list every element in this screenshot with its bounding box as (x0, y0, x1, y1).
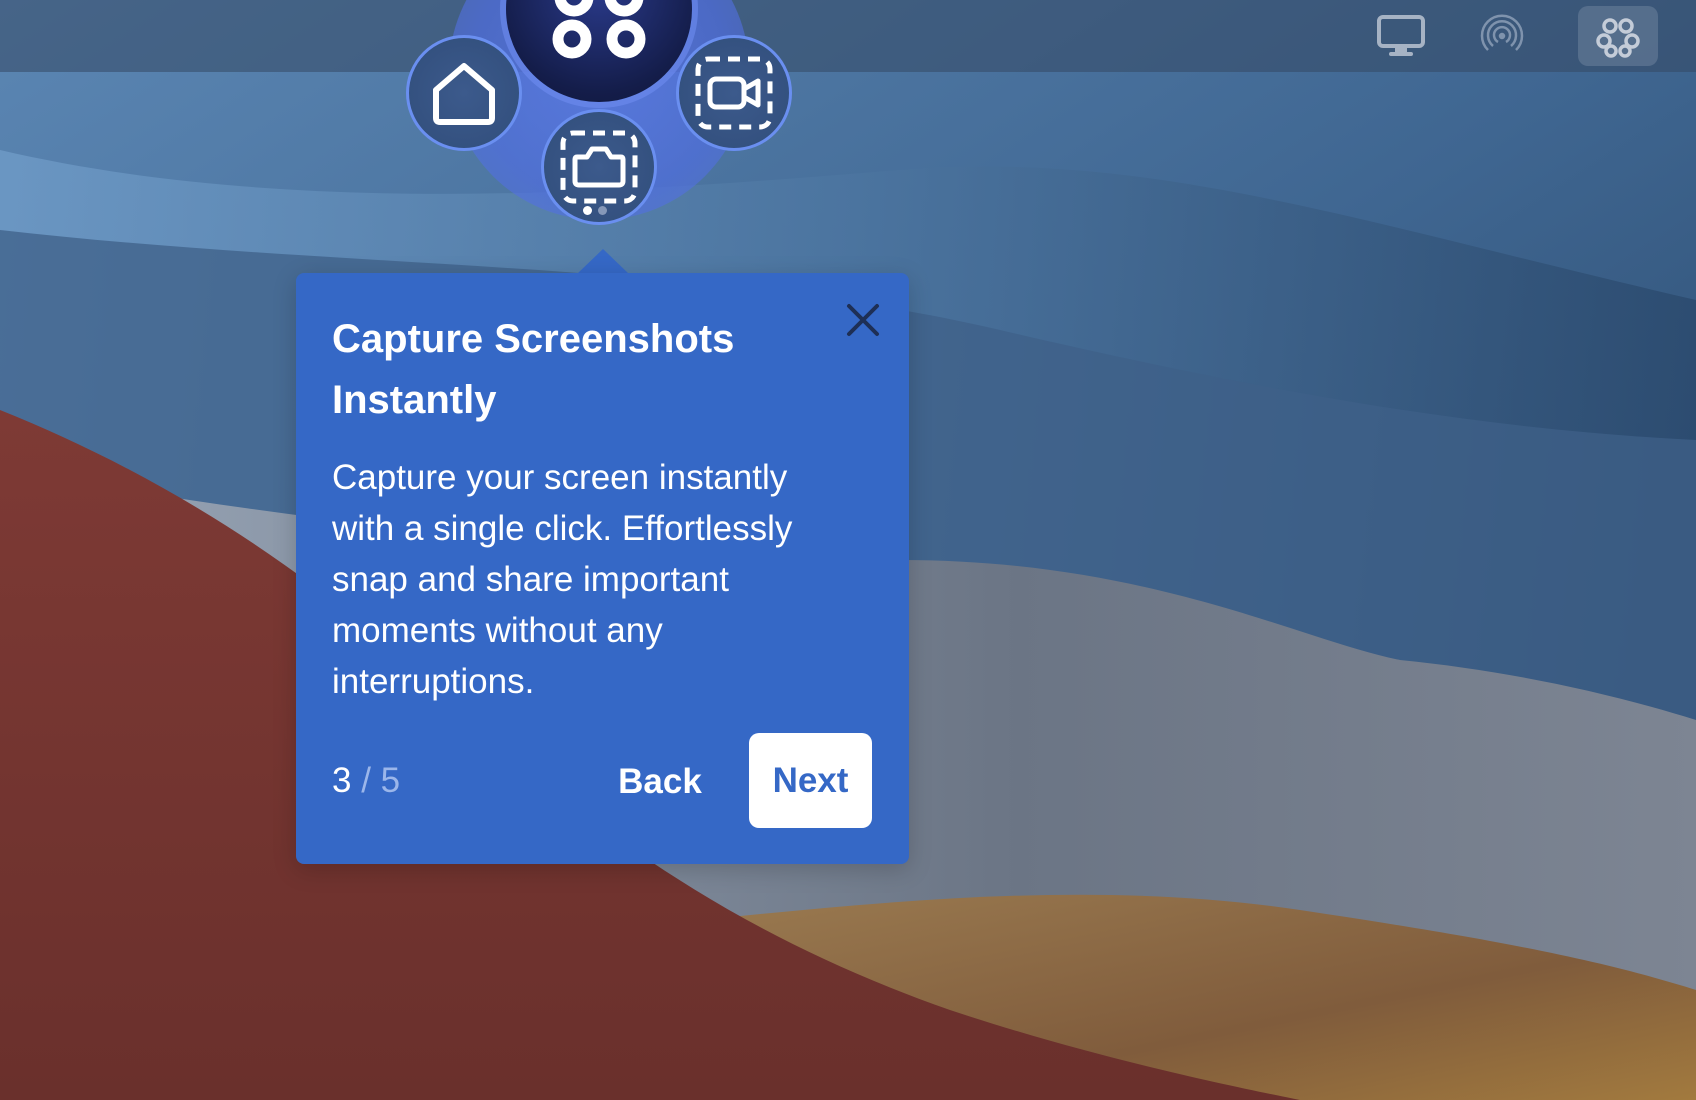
page-dot-active[interactable] (583, 206, 592, 215)
tooltip-title: Capture Screenshots Instantly (332, 317, 735, 422)
home-icon (433, 63, 495, 125)
app-logo-icon (552, 0, 646, 59)
app-menu-icon[interactable] (1578, 6, 1658, 66)
display-icon[interactable] (1361, 6, 1441, 66)
airdrop-icon[interactable] (1462, 6, 1542, 66)
next-button[interactable]: Next (749, 733, 872, 828)
close-button[interactable] (839, 296, 887, 344)
page-dot[interactable] (598, 206, 607, 215)
close-icon (847, 304, 879, 336)
screen-record-button[interactable] (676, 35, 792, 151)
tooltip-description: Capture your screen instantly with a sin… (332, 458, 793, 701)
menu-bar (0, 0, 1696, 72)
launcher-page-indicator (583, 206, 607, 215)
back-button[interactable]: Back (610, 754, 710, 810)
home-button[interactable] (406, 35, 522, 151)
current-step: 3 (332, 761, 352, 800)
tooltip-arrow (577, 249, 629, 274)
step-separator: / (361, 761, 371, 800)
step-counter: 3 / 5 (332, 758, 400, 804)
total-steps: 5 (380, 761, 401, 800)
screen-record-icon (695, 56, 773, 130)
screenshot-icon (560, 130, 638, 204)
